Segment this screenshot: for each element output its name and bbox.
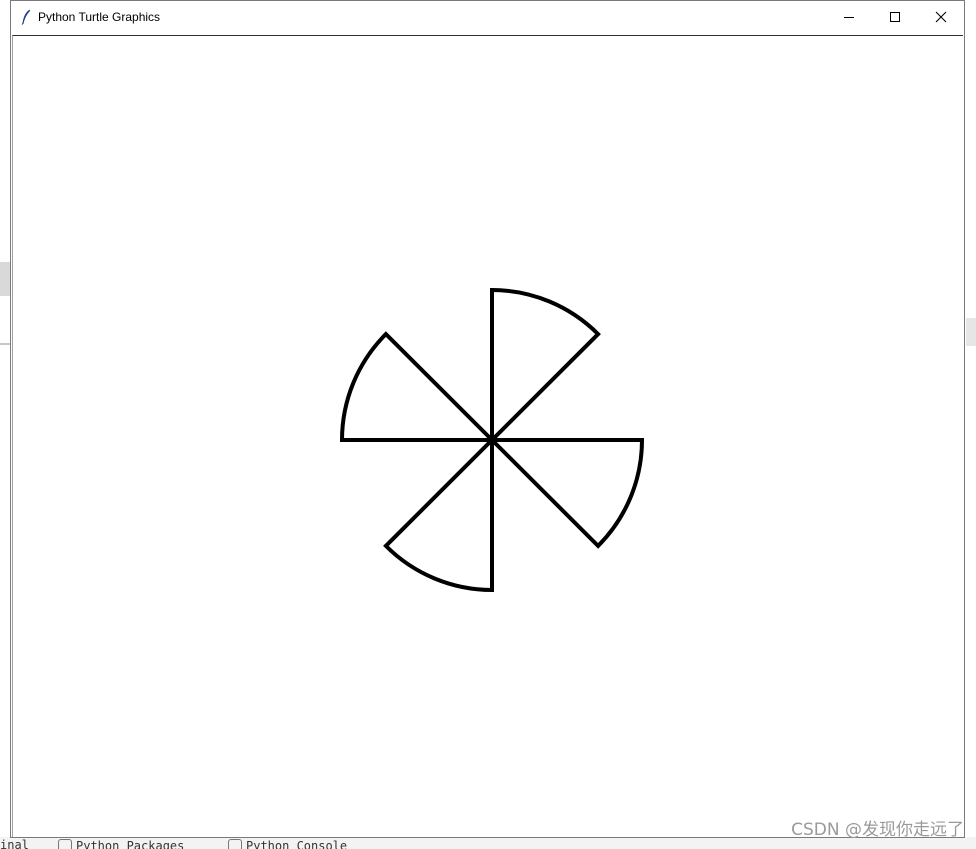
- minimize-icon: [844, 16, 854, 18]
- pinwheel-blade-top: [490, 287, 601, 445]
- ide-tab-terminal[interactable]: inal: [0, 839, 29, 849]
- maximize-icon: [890, 11, 900, 22]
- ide-panel-edge-left: [0, 262, 10, 296]
- ide-divider-left: [0, 343, 10, 345]
- window-title: Python Turtle Graphics: [38, 9, 161, 24]
- turtle-cursor: [488, 436, 496, 444]
- pinwheel-blade-left: [339, 331, 497, 442]
- layers-icon: [58, 839, 72, 849]
- turtle-window[interactable]: Python Turtle Graphics: [10, 0, 965, 838]
- feather-icon: [19, 9, 33, 25]
- maximize-button[interactable]: [872, 1, 918, 32]
- title-bar[interactable]: Python Turtle Graphics: [11, 1, 964, 32]
- close-button[interactable]: [918, 1, 964, 32]
- python-icon: [228, 839, 242, 849]
- turtle-canvas[interactable]: [12, 35, 963, 837]
- csdn-watermark: CSDN @发现你走远了: [791, 820, 964, 840]
- close-icon: [935, 11, 947, 22]
- window-controls: [826, 1, 964, 32]
- pinwheel-blade-right: [487, 438, 645, 549]
- turtle-drawing: [339, 287, 645, 593]
- pinwheel-blade-bottom: [383, 435, 494, 593]
- ide-tab-python-packages[interactable]: Python Packages: [58, 839, 184, 849]
- minimize-button[interactable]: [826, 1, 872, 32]
- ide-panel-edge-right: [966, 318, 976, 346]
- ide-tab-python-console[interactable]: Python Console: [228, 839, 347, 849]
- screen: inal Python Packages Python Console Pyth…: [0, 0, 976, 849]
